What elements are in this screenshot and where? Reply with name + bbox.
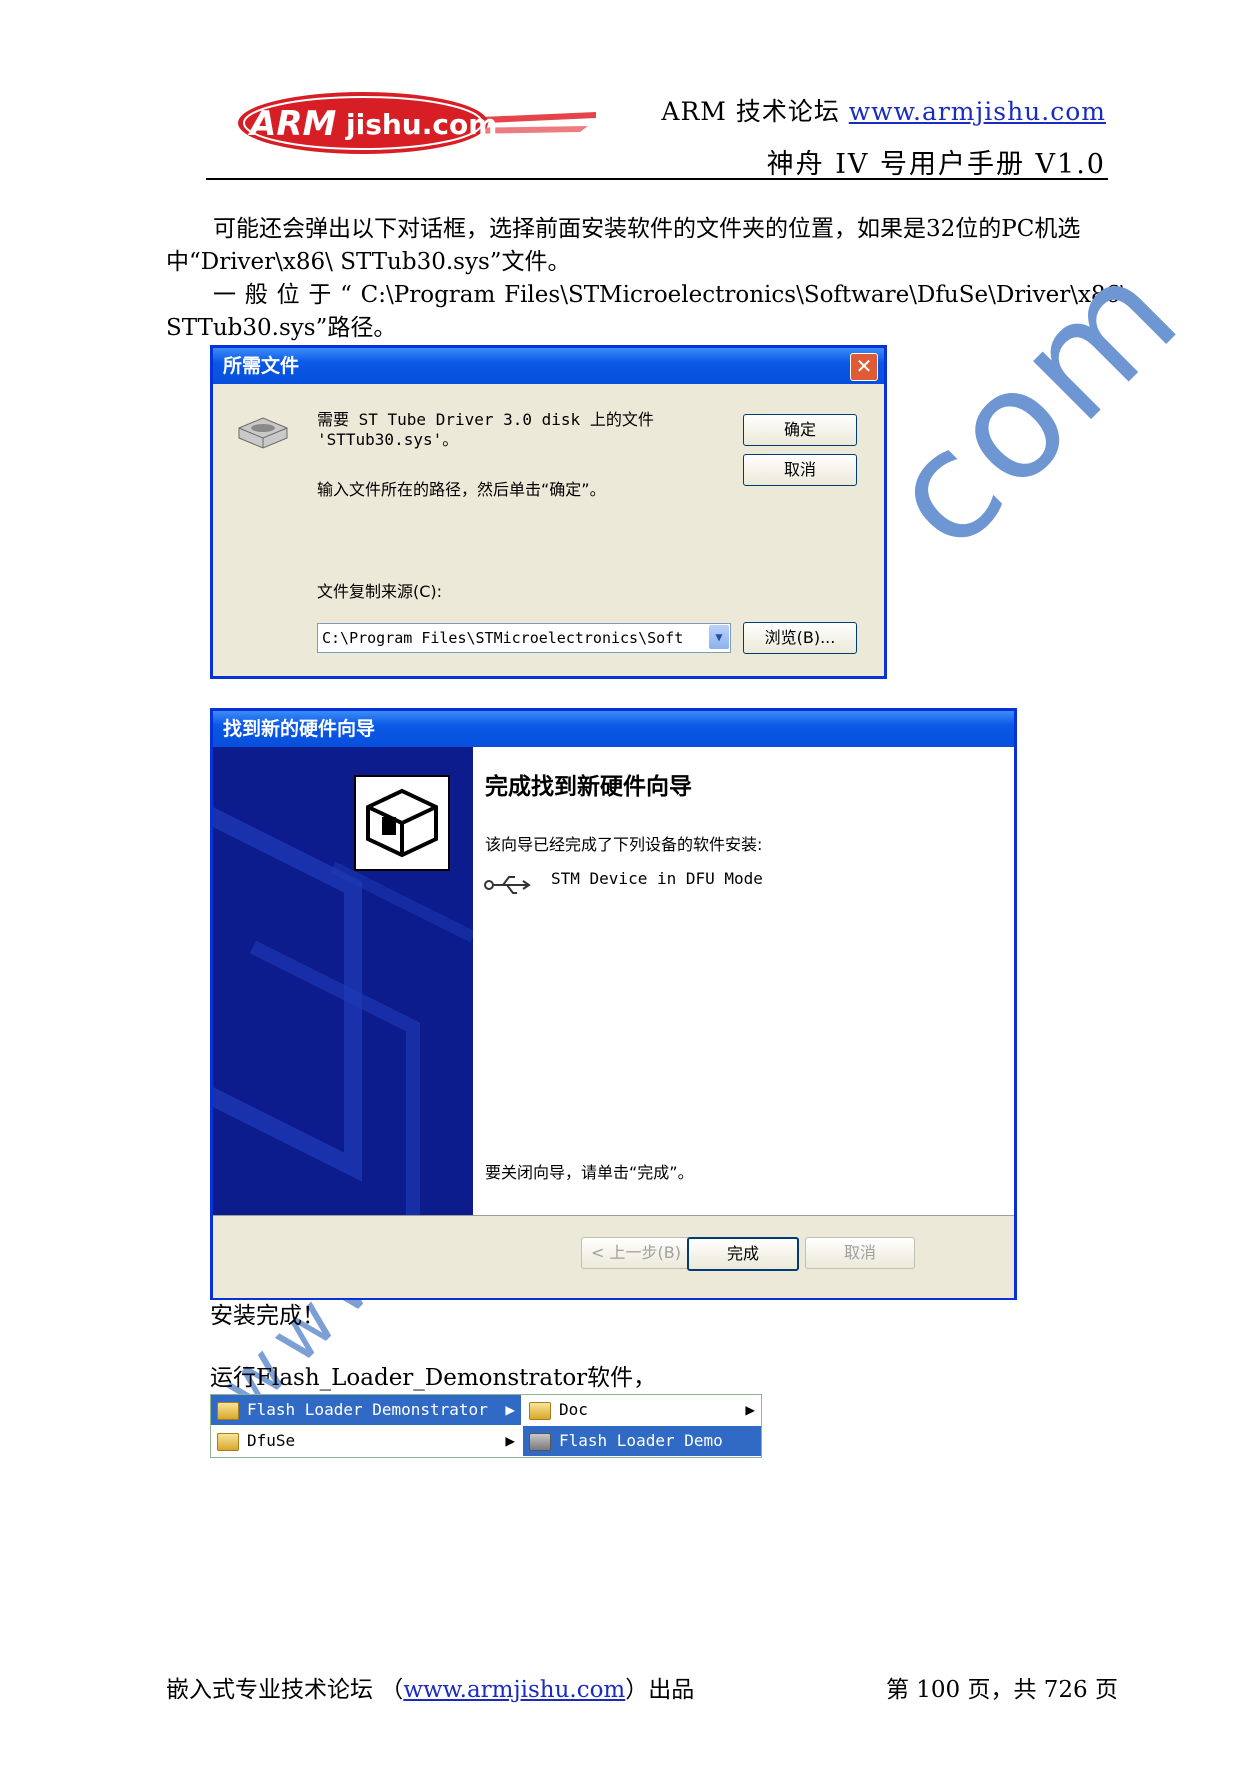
required-files-dialog: 所需文件 ✕ 需要 ST Tube Driver 3.0 disk 上的文件 '… <box>210 345 887 679</box>
run-software-text: 运行Flash_Loader_Demonstrator软件， <box>210 1365 657 1391</box>
header-site: ARM 技术论坛 www.armjishu.com <box>661 92 1106 128</box>
cancel-button-disabled[interactable]: 取消 <box>805 1237 915 1269</box>
footer-left: 嵌入式专业技术论坛 （www.armjishu.com）出品 <box>166 1670 694 1704</box>
wizard-button-bar: < 上一步(B) 完成 取消 <box>213 1215 1014 1298</box>
menu-item-dfuse[interactable]: DfuSe ▶ <box>211 1426 521 1456</box>
chevron-right-icon: ▶ <box>505 1431 515 1450</box>
paragraph-2-word: 于 <box>308 282 332 308</box>
chevron-right-icon: ▶ <box>745 1400 755 1419</box>
menu-item-label: DfuSe <box>247 1431 296 1450</box>
folder-icon <box>529 1401 551 1420</box>
footer-prefix: 嵌入式专业技术论坛 （ <box>166 1677 404 1703</box>
wizard-heading: 完成找到新硬件向导 <box>485 774 692 800</box>
finish-button[interactable]: 完成 <box>687 1237 799 1271</box>
hardware-icon <box>354 775 450 871</box>
menu-item-flash-loader-demo[interactable]: Flash Loader Demo <box>523 1426 761 1456</box>
armjishu-logo: ARM jishu.com <box>238 92 596 154</box>
paragraph-2-word: 般 <box>244 282 268 308</box>
menu-item-doc[interactable]: Doc ▶ <box>523 1395 761 1425</box>
ok-button[interactable]: 确定 <box>743 414 857 446</box>
menu-item-label: Flash Loader Demo <box>559 1431 723 1450</box>
install-done-text: 安装完成！ <box>210 1303 325 1329</box>
path-combobox[interactable]: C:\Program Files\STMicroelectronics\Soft… <box>317 623 731 653</box>
dialog1-source-label: 文件复制来源(C): <box>317 582 443 601</box>
close-icon[interactable]: ✕ <box>850 353 878 381</box>
paragraph-2-word: 位 <box>276 282 300 308</box>
footer-suffix: ）出品 <box>625 1677 695 1703</box>
path-value: C:\Program Files\STMicroelectronics\Soft <box>322 629 684 647</box>
wizard-content: 完成找到新硬件向导 该向导已经完成了下列设备的软件安装: STM Device … <box>473 747 1014 1215</box>
dialog1-title: 所需文件 <box>223 355 300 377</box>
dialog1-instruction: 输入文件所在的路径，然后单击“确定”。 <box>317 480 606 499</box>
back-button[interactable]: < 上一步(B) <box>581 1237 691 1269</box>
chevron-down-icon[interactable]: ▼ <box>709 625 729 649</box>
chevron-right-icon: ▶ <box>505 1400 515 1419</box>
chip-icon <box>529 1432 551 1451</box>
footer-link[interactable]: www.armjishu.com <box>403 1677 625 1703</box>
paragraph-1: 可能还会弹出以下对话框，选择前面安装软件的文件夹的位置，如果是32位的PC机选中… <box>166 216 1081 275</box>
header-site-prefix: ARM 技术论坛 <box>661 97 849 126</box>
dialog2-titlebar: 找到新的硬件向导 <box>213 711 1014 747</box>
device-name: STM Device in DFU Mode <box>551 869 763 888</box>
wizard-close-hint: 要关闭向导，请单击“完成”。 <box>485 1163 694 1182</box>
folder-icon <box>217 1401 239 1420</box>
header-divider <box>206 178 1108 180</box>
dialog2-title: 找到新的硬件向导 <box>223 718 376 740</box>
browse-button[interactable]: 浏览(B)... <box>743 622 857 654</box>
svg-text:jishu.com: jishu.com <box>345 108 497 141</box>
header-site-link[interactable]: www.armjishu.com <box>849 97 1106 126</box>
paragraph-2-word: 一 <box>213 282 236 308</box>
header-manual-title: 神舟 IV 号用户手册 V1.0 <box>766 149 1106 180</box>
dialog1-titlebar: 所需文件 <box>213 348 884 384</box>
paragraph-2-line1: 一般位于 “C:\Program Files\STMicroelectronics\… <box>166 279 1128 312</box>
folder-icon <box>217 1432 239 1451</box>
usb-icon <box>484 876 531 894</box>
svg-text:ARM: ARM <box>247 104 336 144</box>
start-menu: Flash Loader Demonstrator ▶ DfuSe ▶ Doc … <box>210 1394 762 1458</box>
cancel-button[interactable]: 取消 <box>743 454 857 486</box>
disk-drive-icon <box>238 417 288 449</box>
menu-item-flash-loader-demonstrator[interactable]: Flash Loader Demonstrator ▶ <box>211 1395 521 1425</box>
paragraph-2-word: C:\Program <box>360 282 496 308</box>
menu-item-label: Flash Loader Demonstrator <box>247 1400 488 1419</box>
menu-item-label: Doc <box>559 1400 588 1419</box>
wizard-side-banner <box>213 747 473 1215</box>
found-new-hardware-wizard: 找到新的硬件向导 完成找到新硬件向导 该向导已经完成了下列设备的软件安装: ST… <box>210 708 1017 1300</box>
wizard-completed-text: 该向导已经完成了下列设备的软件安装: <box>485 835 763 854</box>
footer-page-info: 第 100 页，共 726 页 <box>885 1677 1118 1703</box>
paragraph-2-word: “ <box>340 282 352 308</box>
dialog1-line2: 'STTub30.sys'。 <box>317 430 459 449</box>
